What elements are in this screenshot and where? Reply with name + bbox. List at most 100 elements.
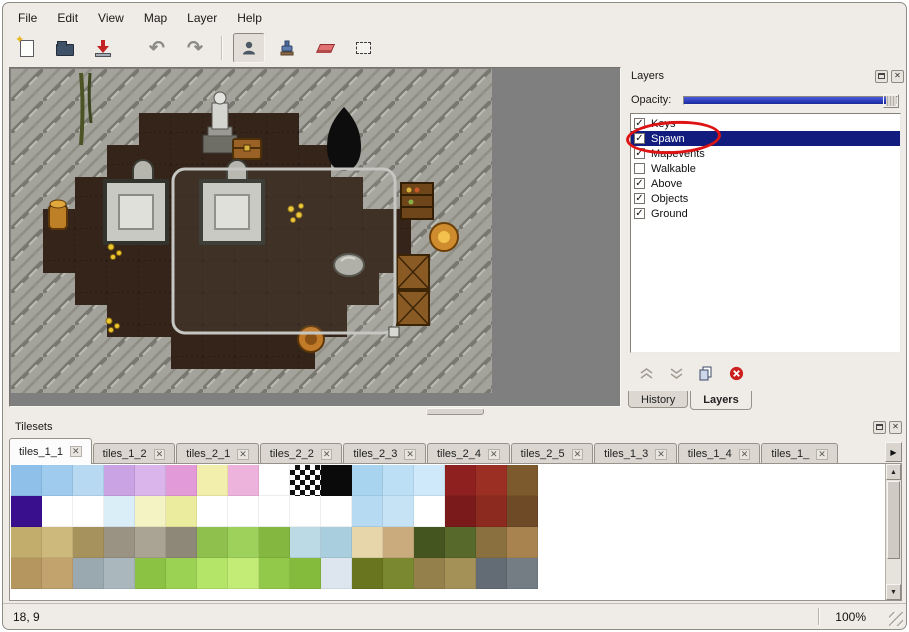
tile[interactable] (104, 527, 135, 558)
redo-button[interactable]: ↷ (179, 33, 211, 63)
tile[interactable] (104, 558, 135, 589)
tile[interactable] (290, 465, 321, 496)
tile[interactable] (228, 465, 259, 496)
tab-close-icon[interactable]: ✕ (70, 446, 82, 457)
tile[interactable] (42, 465, 73, 496)
scroll-up-button[interactable]: ▲ (886, 464, 901, 480)
tile[interactable] (383, 558, 414, 589)
tile[interactable] (290, 496, 321, 527)
map-canvas[interactable] (11, 69, 492, 393)
undo-button[interactable]: ↶ (141, 33, 173, 63)
tileset-tab-tiles_2_2[interactable]: tiles_2_2✕ (260, 443, 343, 464)
tab-close-icon[interactable]: ✕ (739, 449, 751, 460)
tile[interactable] (383, 465, 414, 496)
splitter-grip[interactable] (426, 408, 484, 415)
tile[interactable] (166, 496, 197, 527)
tile[interactable] (352, 558, 383, 589)
menu-file[interactable]: File (9, 8, 46, 28)
layer-row-mapevents[interactable]: ✓Mapevents (631, 146, 900, 161)
tileset-scrollbar[interactable]: ▲ ▼ (885, 464, 901, 600)
tileset-tab-tiles_1_[interactable]: tiles_1_✕ (761, 443, 837, 464)
tile[interactable] (414, 496, 445, 527)
tile[interactable] (228, 496, 259, 527)
tileset-tab-tiles_1_3[interactable]: tiles_1_3✕ (594, 443, 677, 464)
tab-close-icon[interactable]: ✕ (154, 449, 166, 460)
menu-help[interactable]: Help (228, 8, 271, 28)
tile[interactable] (166, 465, 197, 496)
tile[interactable] (135, 558, 166, 589)
scrollbar-thumb[interactable] (887, 481, 900, 559)
tile[interactable] (476, 558, 507, 589)
tile[interactable] (352, 527, 383, 558)
opacity-slider[interactable] (683, 96, 898, 105)
tile[interactable] (42, 496, 73, 527)
tab-close-icon[interactable]: ✕ (488, 449, 500, 460)
tab-close-icon[interactable]: ✕ (572, 449, 584, 460)
layer-row-spawn[interactable]: ✓Spawn (631, 131, 900, 146)
tile[interactable] (11, 558, 42, 589)
tile[interactable] (476, 496, 507, 527)
tile[interactable] (414, 465, 445, 496)
layer-row-ground[interactable]: ✓Ground (631, 206, 900, 221)
tile[interactable] (259, 496, 290, 527)
layer-checkbox[interactable]: ✓ (634, 148, 645, 159)
fill-tool-button[interactable] (271, 33, 303, 63)
tile[interactable] (197, 496, 228, 527)
tileset-tab-tiles_1_4[interactable]: tiles_1_4✕ (678, 443, 761, 464)
tile[interactable] (383, 527, 414, 558)
stamp-tool-button[interactable] (233, 33, 265, 63)
tile[interactable] (507, 527, 538, 558)
selection-handle[interactable] (389, 327, 399, 337)
tile[interactable] (507, 558, 538, 589)
layer-checkbox[interactable] (634, 163, 645, 174)
tab-scroll-right-button[interactable]: ▶ (885, 442, 902, 462)
tile[interactable] (507, 496, 538, 527)
tab-close-icon[interactable]: ✕ (237, 449, 249, 460)
layer-row-walkable[interactable]: Walkable (631, 161, 900, 176)
tile[interactable] (166, 558, 197, 589)
tile[interactable] (73, 496, 104, 527)
duplicate-layer-button[interactable] (691, 363, 721, 384)
tileset-tab-tiles_2_1[interactable]: tiles_2_1✕ (176, 443, 259, 464)
dock-tab-layers[interactable]: Layers (690, 391, 751, 410)
tile[interactable] (11, 527, 42, 558)
layer-checkbox[interactable]: ✓ (634, 208, 645, 219)
tileset-tab-tiles_1_1[interactable]: tiles_1_1✕ (9, 438, 92, 464)
layer-list[interactable]: ✓Keys✓Spawn✓MapeventsWalkable✓Above✓Obje… (630, 113, 901, 353)
layer-checkbox[interactable]: ✓ (634, 118, 645, 129)
tile[interactable] (197, 465, 228, 496)
tile[interactable] (166, 527, 197, 558)
menu-map[interactable]: Map (135, 8, 176, 28)
tile[interactable] (104, 465, 135, 496)
tile[interactable] (414, 558, 445, 589)
tile[interactable] (197, 558, 228, 589)
tile[interactable] (476, 465, 507, 496)
tile[interactable] (476, 527, 507, 558)
resize-grip[interactable] (889, 612, 903, 626)
tile[interactable] (259, 558, 290, 589)
tile[interactable] (197, 527, 228, 558)
tile[interactable] (321, 527, 352, 558)
layer-row-objects[interactable]: ✓Objects (631, 191, 900, 206)
save-button[interactable] (87, 33, 119, 63)
tileset-tab-tiles_2_4[interactable]: tiles_2_4✕ (427, 443, 510, 464)
tile[interactable] (290, 527, 321, 558)
tab-close-icon[interactable]: ✕ (321, 449, 333, 460)
tile[interactable] (42, 558, 73, 589)
tile[interactable] (352, 465, 383, 496)
menu-edit[interactable]: Edit (48, 8, 87, 28)
tile[interactable] (135, 496, 166, 527)
map-viewport[interactable] (9, 67, 621, 407)
layer-checkbox[interactable]: ✓ (634, 193, 645, 204)
new-file-button[interactable]: ✦ (11, 33, 43, 63)
close-panel-icon[interactable]: ✕ (891, 70, 904, 83)
tab-close-icon[interactable]: ✕ (816, 449, 828, 460)
tile[interactable] (42, 527, 73, 558)
tileset-tab-tiles_2_3[interactable]: tiles_2_3✕ (343, 443, 426, 464)
close-tilesets-icon[interactable]: ✕ (889, 421, 902, 434)
layer-row-keys[interactable]: ✓Keys (631, 116, 900, 131)
tileset-tab-tiles_1_2[interactable]: tiles_1_2✕ (93, 443, 176, 464)
tile[interactable] (383, 496, 414, 527)
menu-layer[interactable]: Layer (178, 8, 226, 28)
tile[interactable] (445, 465, 476, 496)
